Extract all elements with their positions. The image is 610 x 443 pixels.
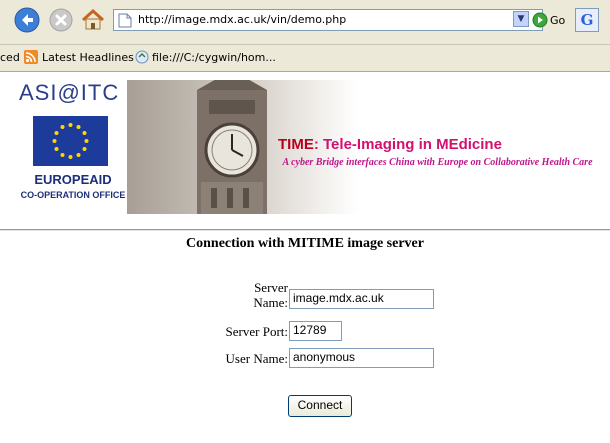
divider xyxy=(0,229,610,231)
bookmark-latest-headlines[interactable]: Latest Headlines xyxy=(42,51,134,64)
browser-toolbar: http://image.mdx.ac.uk/vin/demo.php ▼ Go… xyxy=(0,0,610,45)
back-icon[interactable] xyxy=(14,7,40,33)
bookmark-file[interactable]: file:///C:/cygwin/hom... xyxy=(152,51,276,64)
connect-button[interactable]: Connect xyxy=(288,395,352,417)
file-icon xyxy=(135,50,149,67)
banner-subtitle: A cyber Bridge interfaces China with Eur… xyxy=(282,157,593,168)
dropdown-icon[interactable]: ▼ xyxy=(513,11,529,27)
google-toolbar-icon[interactable]: G xyxy=(575,8,599,32)
asi-itc-logo: ASI@ITC xyxy=(19,80,120,105)
bookmarks-bar: ced Latest Headlines file:///C:/cygwin/h… xyxy=(0,45,610,72)
rss-icon xyxy=(24,50,38,67)
page-icon xyxy=(118,13,132,32)
server-port-field[interactable]: 12789 xyxy=(289,321,342,341)
home-icon[interactable] xyxy=(80,7,106,33)
stop-icon[interactable] xyxy=(48,7,74,33)
address-bar[interactable]: http://image.mdx.ac.uk/vin/demo.php xyxy=(113,9,543,31)
address-url[interactable]: http://image.mdx.ac.uk/vin/demo.php xyxy=(138,13,346,26)
europeaid-label: EUROPEAID xyxy=(34,172,112,187)
bookmark-item[interactable]: ced xyxy=(0,51,20,64)
eu-flag-icon xyxy=(33,116,108,166)
banner-title-time: TIME xyxy=(278,136,314,153)
go-icon[interactable] xyxy=(532,12,548,32)
page-title: Connection with MITIME image server xyxy=(186,236,424,251)
user-name-label: User Name: xyxy=(225,351,288,366)
coop-office-label: CO-OPERATION OFFICE xyxy=(20,190,126,200)
user-name-field[interactable]: anonymous xyxy=(289,348,434,368)
banner-title: TIME: Tele-Imaging in MEdicine xyxy=(278,136,502,153)
server-port-label: Server Port: xyxy=(225,324,288,339)
banner-title-rest: : Tele-Imaging in MEdicine xyxy=(313,136,502,153)
go-button[interactable]: Go xyxy=(550,14,565,27)
server-name-field[interactable]: image.mdx.ac.uk xyxy=(289,289,434,309)
page-banner: ASI@ITC EUROPEAID CO-OPERATION OFFICE TI… xyxy=(15,80,610,215)
server-name-label: Server Name: xyxy=(253,280,288,310)
